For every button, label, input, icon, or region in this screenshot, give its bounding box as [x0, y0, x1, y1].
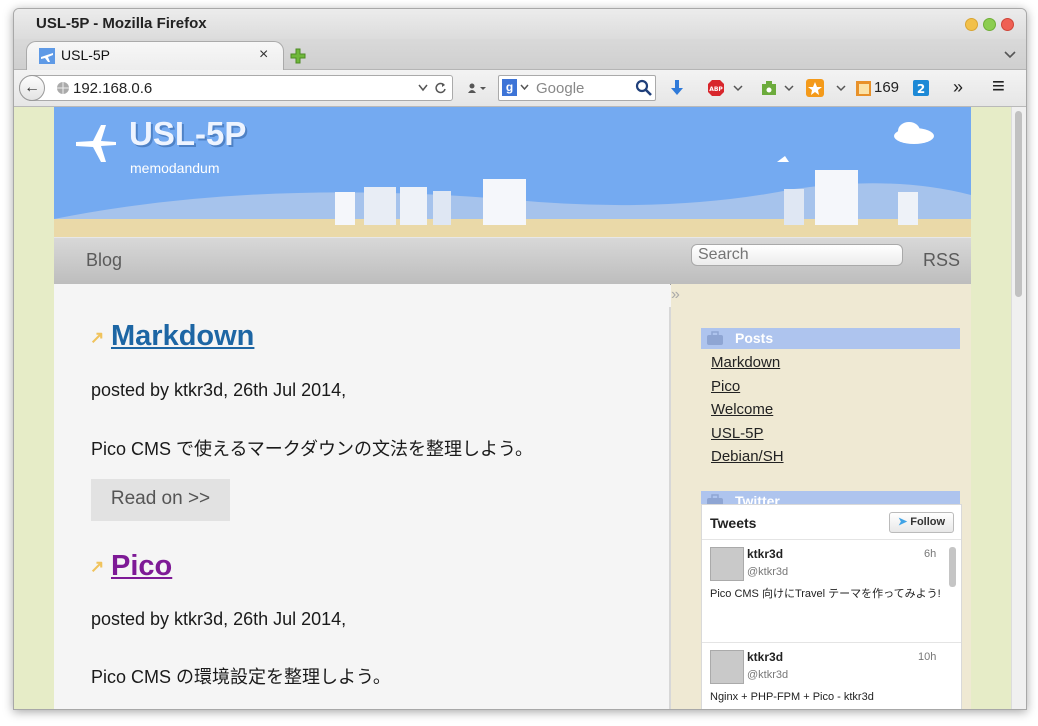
badge-count[interactable]: 169 [874, 79, 899, 96]
title-bar: USL-5P - Mozilla Firefox [14, 9, 1026, 39]
post-title-link[interactable]: Markdown [111, 320, 254, 353]
url-text[interactable]: 192.168.0.6 [73, 80, 152, 97]
tweet-handle[interactable]: @ktkr3d [747, 669, 788, 681]
avatar[interactable] [710, 650, 744, 684]
site-page: USL-5P memodandum Blog RSS ↗ Markdown po… [54, 107, 971, 709]
follow-label: Follow [910, 516, 946, 528]
tweet-handle[interactable]: @ktkr3d [747, 566, 788, 578]
page-viewport: USL-5P memodandum Blog RSS ↗ Markdown po… [14, 107, 1012, 709]
nav-blog-link[interactable]: Blog [86, 250, 122, 271]
minimize-button[interactable] [965, 18, 978, 31]
tweets-divider [702, 539, 961, 540]
browser-window: USL-5P - Mozilla Firefox USL-5P × ← 192.… [13, 8, 1027, 710]
tab-usl-5p[interactable]: USL-5P × [26, 41, 284, 70]
download-icon[interactable] [670, 79, 684, 97]
tweet-author[interactable]: ktkr3d [747, 547, 783, 561]
site-menu-bar: Blog RSS [54, 237, 971, 285]
overflow-chevron[interactable]: » [953, 77, 963, 98]
tweet-time[interactable]: 10h [918, 651, 936, 663]
notification-badge-icon[interactable] [855, 79, 873, 97]
avatar[interactable] [710, 547, 744, 581]
post-list: ↗ Markdown posted by ktkr3d, 26th Jul 20… [54, 284, 670, 709]
tweet-text: Nginx + PHP-FPM + Pico - ktkr3d [710, 691, 874, 703]
sidebar-collapse-toggle[interactable]: » [671, 286, 680, 304]
close-window-button[interactable] [1001, 18, 1014, 31]
navigation-toolbar: ← 192.168.0.6 g Google ABP 169 2 » ≡ [14, 70, 1026, 107]
posts-widget-header: Posts [701, 328, 960, 349]
hamburger-menu-button[interactable]: ≡ [992, 73, 1005, 99]
extension-dropdown-icon[interactable] [784, 85, 794, 92]
extension-star-icon[interactable] [806, 79, 824, 97]
google-engine-icon[interactable]: g [502, 79, 517, 96]
sidebar-post-link[interactable]: Debian/SH [711, 448, 784, 465]
tab-label: USL-5P [61, 47, 111, 63]
post-title-link[interactable]: Pico [111, 550, 172, 583]
timeline-scrollbar[interactable] [949, 547, 956, 587]
site-header: USL-5P memodandum [54, 107, 971, 237]
star-dropdown-icon[interactable] [836, 85, 846, 92]
window-title: USL-5P - Mozilla Firefox [36, 15, 207, 32]
zoom-button[interactable] [983, 18, 996, 31]
extension-2-icon[interactable]: 2 [913, 80, 929, 96]
post-arrow-icon: ↗ [90, 557, 105, 576]
back-button[interactable]: ← [19, 75, 45, 101]
posts-heading: Posts [735, 330, 774, 346]
nav-rss-link[interactable]: RSS [923, 250, 960, 271]
search-bar[interactable]: g Google [498, 75, 656, 101]
sidebar-post-link[interactable]: USL-5P [711, 425, 764, 442]
tweet-divider [702, 642, 961, 643]
reload-icon[interactable] [434, 81, 447, 94]
site-search-input[interactable] [691, 244, 903, 266]
scrollbar-thumb[interactable] [1015, 111, 1022, 297]
airplane-logo-icon [76, 125, 116, 162]
identity-icon[interactable] [466, 82, 488, 94]
tweets-label: Tweets [710, 515, 757, 531]
favicon-icon [39, 48, 55, 64]
post-meta: posted by ktkr3d, 26th Jul 2014, [91, 609, 347, 629]
tweet-text: Pico CMS 向けにTravel テーマを作ってみよう! [710, 588, 941, 600]
twitter-bird-icon: ➤ [897, 516, 908, 528]
svg-text:2: 2 [917, 82, 925, 96]
follow-button[interactable]: ➤ Follow [889, 512, 954, 533]
briefcase-icon [707, 331, 723, 345]
twitter-timeline: Tweets ➤ Follow ktkr3d 6h @ktkr3d Pico C… [701, 504, 962, 709]
new-tab-icon[interactable] [290, 48, 306, 64]
sidebar-post-link[interactable]: Welcome [711, 401, 773, 418]
sidebar-post-link[interactable]: Markdown [711, 354, 780, 371]
adblock-icon[interactable]: ABP [707, 79, 725, 97]
search-icon[interactable] [635, 79, 652, 96]
url-bar[interactable]: ← 192.168.0.6 [19, 75, 453, 101]
read-on-button[interactable]: Read on >> [91, 479, 230, 521]
tab-list-chevron-icon[interactable] [1004, 50, 1016, 60]
engine-dropdown-icon[interactable] [520, 84, 529, 91]
globe-icon [57, 82, 69, 94]
post-arrow-icon: ↗ [90, 328, 105, 347]
site-title[interactable]: USL-5P [129, 115, 246, 153]
search-placeholder[interactable]: Google [536, 80, 584, 97]
sidebar-post-link[interactable]: Pico [711, 378, 740, 395]
tab-close-button[interactable]: × [259, 46, 268, 64]
site-subtitle: memodandum [130, 160, 220, 176]
url-dropdown-icon[interactable] [418, 84, 428, 92]
tweet-author[interactable]: ktkr3d [747, 650, 783, 664]
svg-text:ABP: ABP [709, 86, 723, 93]
post-meta: posted by ktkr3d, 26th Jul 2014, [91, 380, 347, 400]
tab-bar: USL-5P × [14, 39, 1026, 70]
tweet-time[interactable]: 6h [924, 548, 936, 560]
sidebar: » Posts Markdown Pico Welcome USL-5P Deb… [671, 284, 971, 709]
post-excerpt: Pico CMS で使えるマークダウンの文法を整理しよう。 [91, 439, 533, 459]
extension-box-icon[interactable] [761, 80, 777, 96]
post-excerpt: Pico CMS の環境設定を整理しよう。 [91, 667, 391, 687]
page-scrollbar[interactable] [1011, 107, 1026, 709]
adblock-dropdown-icon[interactable] [733, 85, 743, 92]
